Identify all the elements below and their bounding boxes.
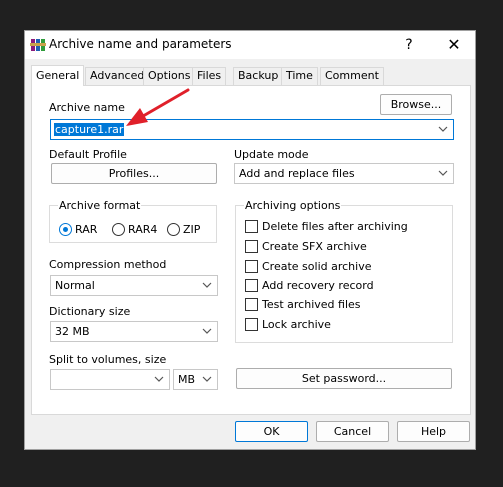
- archive-name-value: capture1.rar: [54, 123, 125, 136]
- radio-zip-label: ZIP: [183, 223, 201, 236]
- radio-rar4-circle[interactable]: [112, 223, 125, 236]
- split-volumes-input[interactable]: [50, 369, 170, 390]
- archiving-options-label: Archiving options: [244, 199, 342, 212]
- update-mode-label: Update mode: [234, 148, 309, 161]
- annotation-arrow-icon: [126, 88, 190, 126]
- checkbox[interactable]: [245, 260, 258, 273]
- chevron-down-icon[interactable]: [152, 372, 166, 387]
- chevron-down-icon[interactable]: [436, 166, 450, 181]
- checkbox[interactable]: [245, 220, 258, 233]
- tab-files[interactable]: Files: [192, 67, 227, 85]
- dictionary-size-value: 32 MB: [55, 325, 90, 338]
- radio-rar-label: RAR: [75, 223, 98, 236]
- split-unit-value: MB: [178, 373, 196, 386]
- check-lock-archive-label: Lock archive: [262, 318, 331, 331]
- dictionary-size-label: Dictionary size: [49, 305, 131, 318]
- check-lock-archive[interactable]: Lock archive: [245, 318, 331, 331]
- checkbox[interactable]: [245, 298, 258, 311]
- compression-method-select[interactable]: Normal: [50, 275, 218, 296]
- chevron-down-icon[interactable]: [200, 372, 214, 387]
- archive-name-label: Archive name: [49, 101, 125, 114]
- check-test-archived-label: Test archived files: [262, 298, 361, 311]
- tab-general[interactable]: General: [31, 65, 85, 86]
- radio-rar4-label: RAR4: [128, 223, 158, 236]
- ok-button[interactable]: OK: [235, 421, 308, 442]
- check-create-sfx[interactable]: Create SFX archive: [245, 240, 367, 253]
- checkbox[interactable]: [245, 279, 258, 292]
- winrar-icon: [30, 39, 46, 51]
- tab-time[interactable]: Time: [281, 67, 318, 85]
- radio-rar[interactable]: RAR: [59, 223, 97, 236]
- tab-options[interactable]: Options: [143, 67, 196, 85]
- tab-bar: General Advanced Options Files Backup Ti…: [31, 65, 471, 86]
- check-recovery-record-label: Add recovery record: [262, 279, 374, 292]
- tab-backup[interactable]: Backup: [233, 67, 284, 85]
- profiles-button[interactable]: Profiles...: [51, 163, 217, 184]
- radio-zip[interactable]: ZIP: [167, 223, 200, 236]
- set-password-button[interactable]: Set password...: [236, 368, 452, 389]
- help-button[interactable]: Help: [397, 421, 470, 442]
- update-mode-value: Add and replace files: [239, 167, 355, 180]
- general-panel: Archive name Browse... capture1.rar Defa…: [31, 85, 471, 415]
- browse-button[interactable]: Browse...: [380, 94, 452, 115]
- archive-name-input[interactable]: capture1.rar: [50, 119, 454, 140]
- check-delete-files[interactable]: Delete files after archiving: [245, 220, 408, 233]
- check-create-solid[interactable]: Create solid archive: [245, 260, 371, 273]
- help-title-button[interactable]: ?: [387, 31, 431, 59]
- close-button[interactable]: ✕: [432, 31, 476, 59]
- compression-method-value: Normal: [55, 279, 95, 292]
- check-create-sfx-label: Create SFX archive: [262, 240, 367, 253]
- checkbox[interactable]: [245, 318, 258, 331]
- cancel-button[interactable]: Cancel: [316, 421, 389, 442]
- tab-comment[interactable]: Comment: [320, 67, 384, 85]
- tab-advanced[interactable]: Advanced: [85, 67, 150, 85]
- compression-method-label: Compression method: [49, 258, 167, 271]
- check-create-solid-label: Create solid archive: [262, 260, 372, 273]
- chevron-down-icon[interactable]: [200, 324, 214, 339]
- split-volumes-label: Split to volumes, size: [49, 353, 167, 366]
- dictionary-size-select[interactable]: 32 MB: [50, 321, 218, 342]
- title-bar[interactable]: Archive name and parameters ? ✕: [25, 31, 475, 59]
- split-unit-select[interactable]: MB: [173, 369, 218, 390]
- checkbox[interactable]: [245, 240, 258, 253]
- radio-rar-circle[interactable]: [59, 223, 72, 236]
- archive-dialog: Archive name and parameters ? ✕ General …: [24, 30, 476, 450]
- window-title: Archive name and parameters: [49, 37, 232, 51]
- update-mode-select[interactable]: Add and replace files: [234, 163, 454, 184]
- archive-format-label: Archive format: [58, 199, 142, 212]
- chevron-down-icon[interactable]: [436, 122, 450, 137]
- check-delete-files-label: Delete files after archiving: [262, 220, 408, 233]
- check-test-archived[interactable]: Test archived files: [245, 298, 361, 311]
- radio-zip-circle[interactable]: [167, 223, 180, 236]
- default-profile-label: Default Profile: [49, 148, 127, 161]
- radio-rar4[interactable]: RAR4: [112, 223, 157, 236]
- check-recovery-record[interactable]: Add recovery record: [245, 279, 374, 292]
- chevron-down-icon[interactable]: [200, 278, 214, 293]
